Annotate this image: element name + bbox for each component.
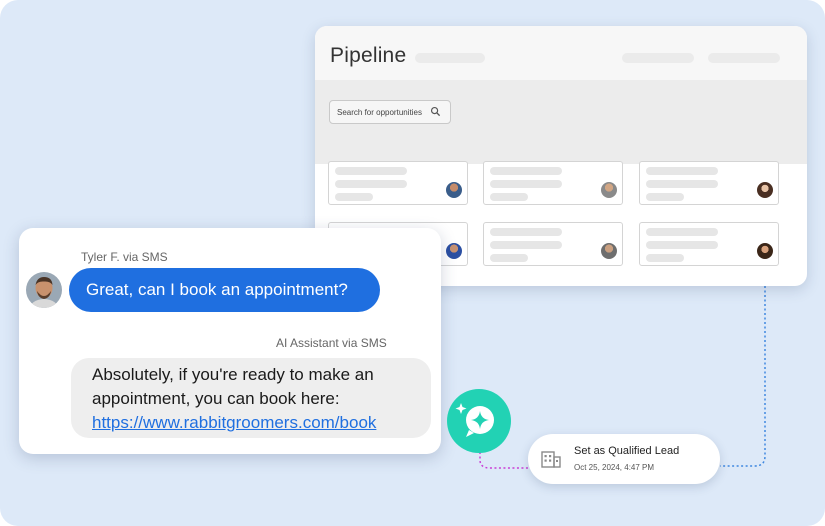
search-icon	[430, 106, 441, 117]
avatar	[446, 243, 462, 259]
avatar	[601, 182, 617, 198]
header-placeholder-2	[708, 53, 780, 63]
sparkle-chat-icon	[455, 403, 494, 437]
search-placeholder: Search for opportunities	[337, 108, 422, 117]
pipeline-toolbar: Search for opportunities	[315, 80, 807, 164]
ai-message-meta: AI Assistant via SMS	[276, 336, 387, 350]
booking-link[interactable]: https://www.rabbitgroomers.com/book	[92, 411, 431, 435]
title-placeholder	[415, 53, 485, 63]
page-title: Pipeline	[330, 44, 407, 67]
avatar	[757, 182, 773, 198]
opportunity-card[interactable]	[639, 222, 779, 266]
opportunity-card[interactable]	[639, 161, 779, 205]
qualified-lead-event: Set as Qualified Lead Oct 25, 2024, 4:47…	[528, 434, 720, 484]
ai-assistant-badge	[447, 389, 511, 453]
ai-message-text: Absolutely, if you're ready to make an a…	[92, 365, 374, 408]
avatar	[601, 243, 617, 259]
opportunity-card[interactable]	[483, 222, 623, 266]
pipeline-header: Pipeline	[315, 26, 807, 80]
search-input[interactable]: Search for opportunities	[329, 100, 451, 124]
user-message-meta: Tyler F. via SMS	[81, 250, 168, 264]
user-message-bubble: Great, can I book an appointment?	[69, 268, 380, 312]
ai-message-bubble: Absolutely, if you're ready to make an a…	[71, 358, 431, 438]
building-icon	[541, 451, 561, 468]
opportunity-card[interactable]	[328, 161, 468, 205]
opportunity-card[interactable]	[483, 161, 623, 205]
avatar	[446, 182, 462, 198]
lead-status-timestamp: Oct 25, 2024, 4:47 PM	[574, 463, 655, 472]
lead-status-title: Set as Qualified Lead	[574, 445, 680, 457]
avatar	[26, 272, 62, 308]
header-placeholder-1	[622, 53, 694, 63]
sms-conversation-panel: Tyler F. via SMS Great, can I book an ap…	[19, 228, 441, 454]
avatar	[757, 243, 773, 259]
